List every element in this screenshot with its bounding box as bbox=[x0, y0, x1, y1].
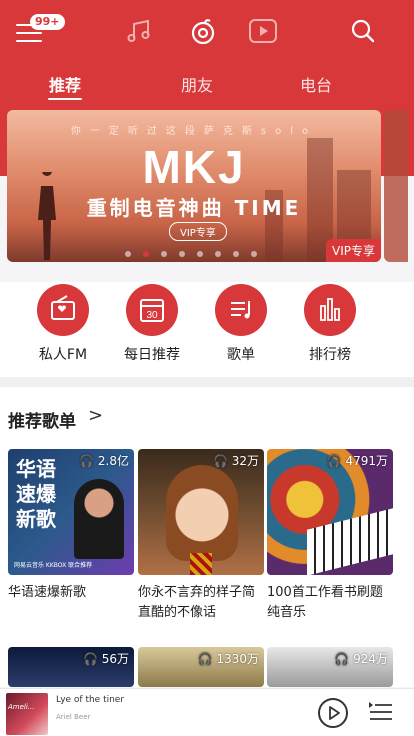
private-fm-button[interactable]: 私人FM bbox=[23, 284, 103, 364]
section-title[interactable]: 推荐歌单 bbox=[8, 407, 76, 432]
ranking-button[interactable]: 排行榜 bbox=[290, 284, 370, 364]
calendar-icon: 30 bbox=[140, 299, 164, 322]
playlist-card[interactable]: 🎧 4791万 100首工作看书刷题纯音乐 bbox=[267, 449, 393, 623]
private-fm-label: 私人FM bbox=[38, 347, 88, 363]
search-icon[interactable] bbox=[348, 16, 378, 46]
mini-player[interactable]: Ameli... Lye of the tiner Ariel Beer bbox=[0, 688, 414, 736]
pagination-dot[interactable] bbox=[215, 251, 221, 257]
ranking-label: 排行榜 bbox=[309, 347, 351, 363]
playlist-card[interactable]: 🎧 924万 bbox=[267, 647, 393, 687]
track-title: Lye of the tiner bbox=[56, 695, 125, 705]
tab-recommend[interactable]: 推荐 bbox=[25, 72, 105, 96]
tab-friends[interactable]: 朋友 bbox=[157, 72, 237, 96]
video-play-icon[interactable] bbox=[248, 16, 278, 46]
playlist-title: 华语速爆新歌 bbox=[8, 585, 87, 600]
play-count: 🎧 56万 bbox=[82, 652, 129, 666]
playlist-card[interactable]: 🎧 56万 bbox=[8, 647, 134, 687]
playlist-title: 100首工作看书刷题纯音乐 bbox=[267, 585, 383, 620]
playlist-card[interactable]: 🎧 32万 你永不言弃的样子简直酷的不像话 bbox=[138, 449, 264, 623]
playlist-cover: 🎧 924万 bbox=[267, 647, 393, 687]
music-note-icon[interactable] bbox=[124, 16, 154, 46]
album-art[interactable]: Ameli... bbox=[6, 693, 48, 735]
next-banner-peek[interactable] bbox=[384, 110, 408, 262]
playlist-card[interactable]: 华语 速爆 新歌 网易云音乐 KKBOX 联合推荐 🎧 2.8亿 华语速爆新歌 bbox=[8, 449, 134, 603]
cover-text: 华语 速爆 新歌 bbox=[16, 457, 56, 531]
tab-radio[interactable]: 电台 bbox=[276, 72, 356, 96]
top-tabs: 推荐 朋友 电台 bbox=[0, 64, 414, 104]
pagination-dot[interactable] bbox=[179, 251, 185, 257]
play-button[interactable] bbox=[318, 698, 348, 728]
play-count-value: 1330万 bbox=[216, 652, 259, 666]
playlist-cover: 🎧 4791万 bbox=[267, 449, 393, 575]
play-count-value: 32万 bbox=[231, 454, 259, 468]
play-count: 🎧 924万 bbox=[334, 652, 388, 666]
play-count: 🎧 2.8亿 bbox=[79, 454, 129, 468]
piano-keys bbox=[307, 508, 393, 575]
play-count: 🎧 1330万 bbox=[197, 652, 259, 666]
pagination-dot[interactable] bbox=[251, 251, 257, 257]
pagination-dot-active[interactable] bbox=[143, 251, 149, 257]
queue-list-icon[interactable] bbox=[368, 701, 394, 725]
playlist-cover: 🎧 56万 bbox=[8, 647, 134, 687]
play-count-value: 56万 bbox=[101, 652, 129, 666]
playlist-title: 你永不言弃的样子简直酷的不像话 bbox=[138, 585, 256, 620]
banner-vip-pill: VIP专享 bbox=[169, 222, 227, 241]
top-bar: 99+ bbox=[0, 0, 414, 64]
play-icon bbox=[329, 706, 340, 720]
playlist-label: 歌单 bbox=[227, 347, 255, 363]
banner-subtitle: 你一定听过这段萨克斯solo bbox=[70, 126, 318, 137]
banner-pagination bbox=[125, 242, 269, 261]
recommended-playlists: 推荐歌单 > 华语 速爆 新歌 网易云音乐 KKBOX 联合推荐 🎧 2.8亿 … bbox=[0, 387, 414, 687]
playlist-cover: 🎧 1330万 bbox=[138, 647, 264, 687]
pagination-dot[interactable] bbox=[161, 251, 167, 257]
album-art-text: Ameli... bbox=[8, 703, 35, 711]
pagination-dot[interactable] bbox=[233, 251, 239, 257]
calendar-day: 30 bbox=[146, 310, 158, 321]
active-tab-indicator bbox=[48, 98, 82, 100]
promo-banner[interactable]: 你一定听过这段萨克斯solo MKJ 重制电音神曲 TIME VIP专享 VIP… bbox=[7, 110, 381, 262]
playlist-card[interactable]: 🎧 1330万 bbox=[138, 647, 264, 687]
play-count: 🎧 4791万 bbox=[326, 454, 388, 468]
quick-entries: 私人FM 30 每日推荐 歌单 排行榜 bbox=[0, 282, 414, 377]
radio-icon bbox=[51, 295, 75, 320]
banner-headline: MKJ bbox=[142, 141, 246, 193]
play-count: 🎧 32万 bbox=[212, 454, 259, 468]
banner-tagline: 重制电音神曲 TIME bbox=[86, 196, 302, 220]
anime-character bbox=[166, 465, 238, 561]
playlist-cover: 华语 速爆 新歌 网易云音乐 KKBOX 联合推荐 🎧 2.8亿 bbox=[8, 449, 134, 575]
pagination-dot[interactable] bbox=[197, 251, 203, 257]
play-count-value: 2.8亿 bbox=[97, 454, 129, 468]
section-divider bbox=[0, 377, 414, 387]
play-count-value: 4791万 bbox=[345, 454, 388, 468]
pagination-dot[interactable] bbox=[125, 251, 131, 257]
playlist-button[interactable]: 歌单 bbox=[201, 284, 281, 364]
netease-logo-icon[interactable] bbox=[188, 16, 218, 46]
play-count-value: 924万 bbox=[353, 652, 388, 666]
banner-vip-tag: VIP专享 bbox=[326, 239, 381, 262]
chevron-right-icon[interactable]: > bbox=[88, 405, 103, 426]
playlist-icon bbox=[231, 301, 250, 319]
track-artist: Ariel Beer bbox=[56, 713, 91, 721]
scarf bbox=[190, 553, 212, 575]
cover-brand: 网易云音乐 KKBOX 联合推荐 bbox=[14, 562, 93, 569]
daily-recommend-label: 每日推荐 bbox=[124, 347, 180, 363]
artist-photo bbox=[74, 479, 124, 559]
notification-badge: 99+ bbox=[30, 14, 65, 30]
playlist-cover: 🎧 32万 bbox=[138, 449, 264, 575]
chart-bars-icon bbox=[320, 298, 340, 321]
daily-recommend-button[interactable]: 30 每日推荐 bbox=[112, 284, 192, 364]
